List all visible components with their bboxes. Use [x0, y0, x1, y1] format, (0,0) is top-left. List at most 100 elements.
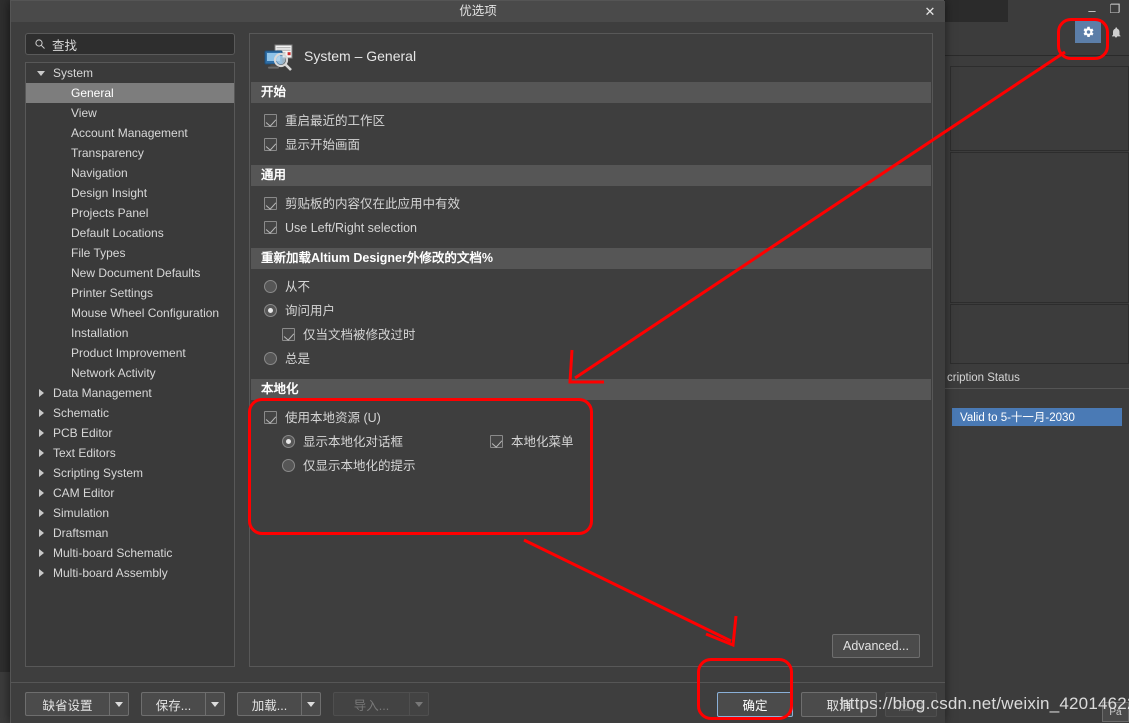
tree-item-label: Draftsman: [53, 526, 109, 540]
window-minimize-button[interactable]: –: [1084, 4, 1100, 18]
gear-icon[interactable]: [1075, 21, 1101, 43]
tree-item-network-activity[interactable]: Network Activity: [26, 363, 234, 383]
apply-button[interactable]: 应用: [885, 692, 937, 717]
search-icon: [34, 38, 46, 50]
checkbox-checked[interactable]: [282, 328, 295, 341]
radio-checked[interactable]: [264, 304, 277, 317]
option-label: Use Left/Right selection: [285, 221, 418, 235]
chevron-down-icon[interactable]: [301, 692, 321, 716]
tree-item-label: New Document Defaults: [71, 266, 201, 280]
subscription-status-row[interactable]: Valid to 5-十一月-2030: [952, 408, 1122, 426]
split-button-1[interactable]: 保存...: [141, 692, 225, 716]
settings-content-pane: System – General 开始 重启最近的工作区 显示开始画面 通用 剪贴板的内…: [249, 33, 933, 667]
option-label: 剪贴板的内容仅在此应用中有效: [285, 197, 461, 211]
chevron-right-icon[interactable]: [36, 523, 46, 543]
window-restore-button[interactable]: ❐: [1108, 3, 1122, 16]
tree-item-default-locations[interactable]: Default Locations: [26, 223, 234, 243]
split-button-main[interactable]: 缺省设置: [25, 692, 109, 716]
tree-item-mouse-wheel-configuration[interactable]: Mouse Wheel Configuration: [26, 303, 234, 323]
tree-item-navigation[interactable]: Navigation: [26, 163, 234, 183]
tree-item-draftsman[interactable]: Draftsman: [26, 523, 234, 543]
chevron-down-icon[interactable]: [109, 692, 129, 716]
tree-item-label: Transparency: [71, 146, 144, 160]
tree-item-multi-board-schematic[interactable]: Multi-board Schematic: [26, 543, 234, 563]
tree-item-label: Installation: [71, 326, 129, 340]
preferences-tree[interactable]: System General View Account Management Trans…: [25, 62, 235, 667]
tree-item-system[interactable]: System: [26, 63, 234, 83]
tree-item-projects-panel[interactable]: Projects Panel: [26, 203, 234, 223]
bell-icon[interactable]: [1106, 21, 1126, 43]
option-row: Use Left/Right selection: [250, 216, 932, 240]
section-header: 开始: [251, 82, 931, 103]
tree-item-file-types[interactable]: File Types: [26, 243, 234, 263]
checkbox-checked[interactable]: [264, 197, 277, 210]
option-row: 总是: [250, 347, 932, 371]
tree-item-label: Schematic: [53, 406, 110, 420]
chevron-right-icon[interactable]: [36, 463, 46, 483]
radio-unchecked[interactable]: [282, 459, 295, 472]
tree-item-scripting-system[interactable]: Scripting System: [26, 463, 234, 483]
system-general-icon: [264, 44, 294, 72]
close-icon[interactable]: ✕: [919, 3, 941, 20]
tree-item-multi-board-assembly[interactable]: Multi-board Assembly: [26, 563, 234, 583]
option-label: 询问用户: [285, 304, 336, 318]
section-header-label: 通用: [261, 168, 287, 182]
preferences-dialog: 优选项 ✕ 查找 System General View Account Manage…: [10, 0, 945, 723]
tree-item-cam-editor[interactable]: CAM Editor: [26, 483, 234, 503]
tree-item-schematic[interactable]: Schematic: [26, 403, 234, 423]
tree-item-product-improvement[interactable]: Product Improvement: [26, 343, 234, 363]
chevron-right-icon[interactable]: [36, 383, 46, 403]
radio-unchecked[interactable]: [264, 352, 277, 365]
chevron-right-icon[interactable]: [36, 423, 46, 443]
tree-item-account-management[interactable]: Account Management: [26, 123, 234, 143]
split-button-main[interactable]: 加载...: [237, 692, 301, 716]
tree-item-simulation[interactable]: Simulation: [26, 503, 234, 523]
chevron-down-icon[interactable]: [409, 692, 429, 716]
radio-checked[interactable]: [282, 435, 295, 448]
tree-item-label: Product Improvement: [71, 346, 186, 360]
search-input-value: 查找: [52, 38, 78, 53]
checkbox-checked[interactable]: [490, 435, 503, 448]
chevron-right-icon[interactable]: [36, 543, 46, 563]
chevron-down-icon[interactable]: [205, 692, 225, 716]
checkbox-checked[interactable]: [264, 221, 277, 234]
chevron-right-icon[interactable]: [36, 563, 46, 583]
dialog-titlebar: 优选项 ✕: [11, 1, 945, 22]
chevron-down-icon[interactable]: [36, 63, 46, 83]
checkbox-checked[interactable]: [264, 411, 277, 424]
tree-item-label: Default Locations: [71, 226, 164, 240]
split-button-3[interactable]: 导入...: [333, 692, 429, 716]
tree-item-label: Multi-board Assembly: [53, 566, 168, 580]
tree-item-printer-settings[interactable]: Printer Settings: [26, 283, 234, 303]
tree-item-view[interactable]: View: [26, 103, 234, 123]
tree-item-installation[interactable]: Installation: [26, 323, 234, 343]
chevron-right-icon[interactable]: [36, 483, 46, 503]
tree-item-design-insight[interactable]: Design Insight: [26, 183, 234, 203]
chevron-right-icon[interactable]: [36, 403, 46, 423]
option-row: 重启最近的工作区: [250, 109, 932, 133]
chevron-right-icon[interactable]: [36, 503, 46, 523]
settings-sections: 开始 重启最近的工作区 显示开始画面 通用 剪贴板的内容仅在此应用中有效 Use Left…: [250, 82, 932, 486]
tree-item-label: Simulation: [53, 506, 110, 520]
chevron-right-icon[interactable]: [36, 443, 46, 463]
cancel-button[interactable]: 取消: [801, 692, 877, 717]
split-button-0[interactable]: 缺省设置: [25, 692, 129, 716]
tree-item-text-editors[interactable]: Text Editors: [26, 443, 234, 463]
subscription-status-column-header: cription Status: [944, 367, 1129, 389]
split-button-main[interactable]: 导入...: [333, 692, 409, 716]
tree-item-pcb-editor[interactable]: PCB Editor: [26, 423, 234, 443]
split-button-2[interactable]: 加载...: [237, 692, 321, 716]
ok-button[interactable]: 确定: [717, 692, 793, 717]
tree-item-label: System: [53, 66, 94, 80]
search-input[interactable]: 查找: [25, 33, 235, 55]
tree-item-transparency[interactable]: Transparency: [26, 143, 234, 163]
tree-item-new-document-defaults[interactable]: New Document Defaults: [26, 263, 234, 283]
advanced-button[interactable]: Advanced...: [832, 634, 920, 658]
section-body: 从不 询问用户 仅当文档被修改过时 总是: [250, 269, 932, 379]
split-button-main[interactable]: 保存...: [141, 692, 205, 716]
radio-unchecked[interactable]: [264, 280, 277, 293]
tree-item-data-management[interactable]: Data Management: [26, 383, 234, 403]
checkbox-checked[interactable]: [264, 114, 277, 127]
tree-item-general[interactable]: General: [26, 83, 234, 103]
checkbox-checked[interactable]: [264, 138, 277, 151]
